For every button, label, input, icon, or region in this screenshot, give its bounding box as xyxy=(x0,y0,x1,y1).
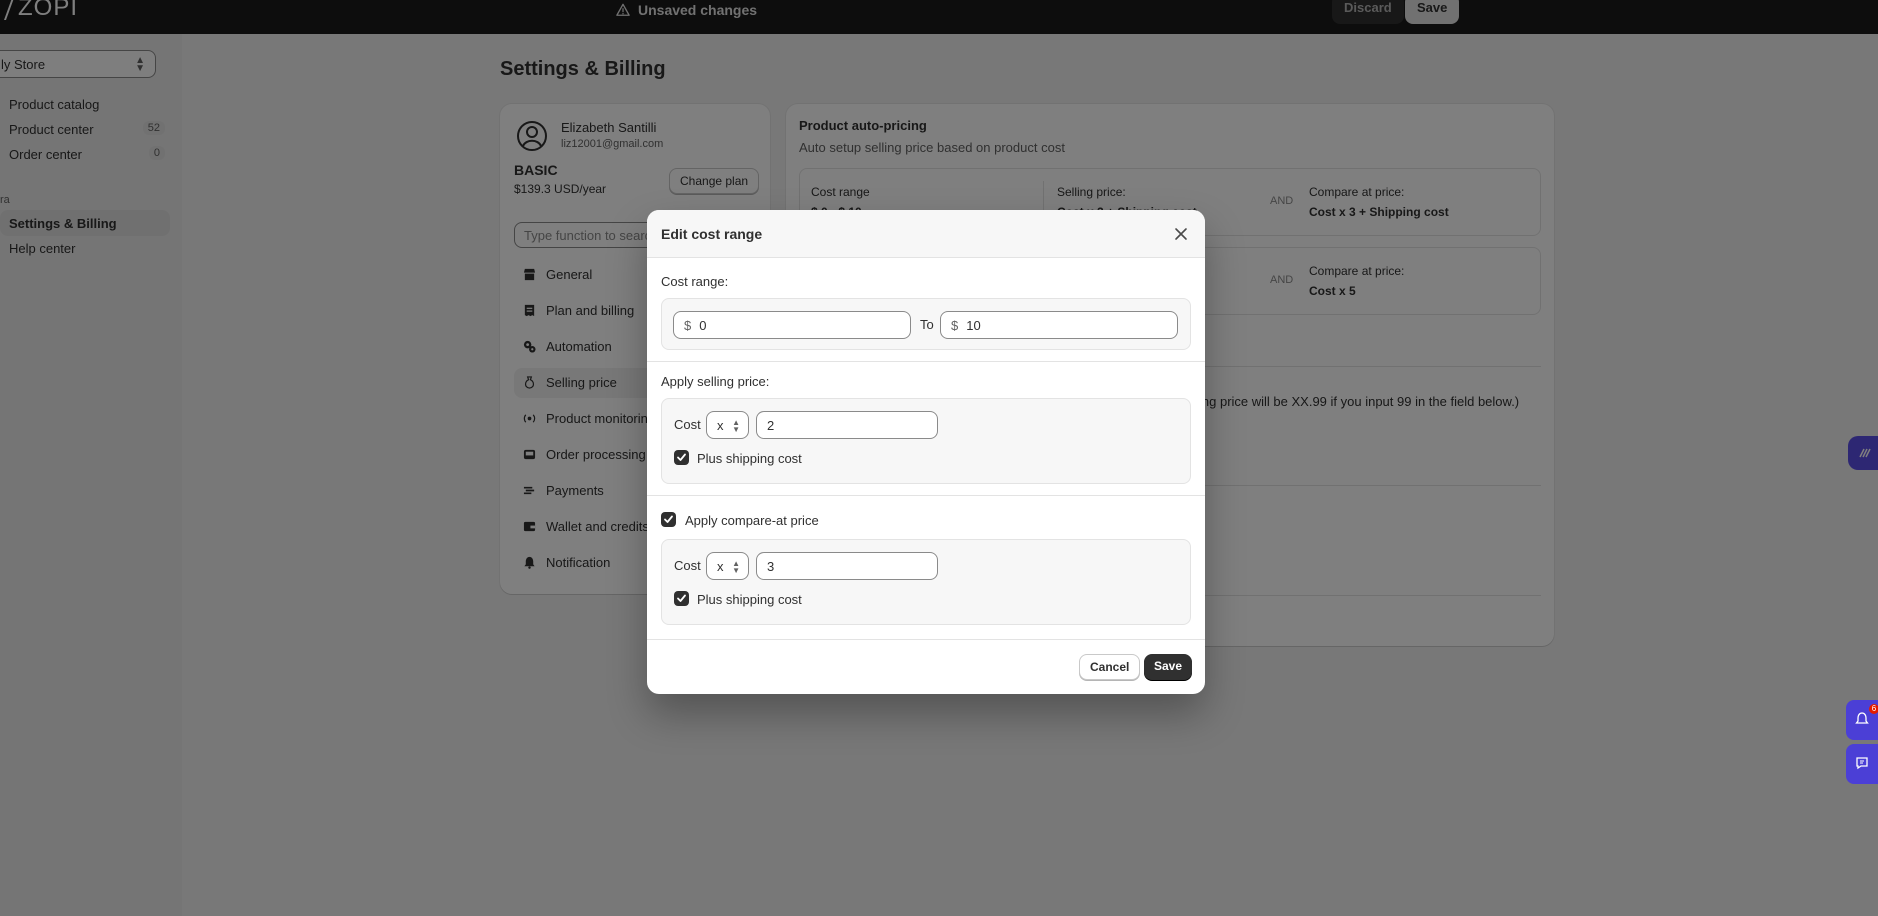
selling-price-box: Cost x ▲ ▼ 2 Plus shipping cost xyxy=(661,398,1191,484)
selling-price-label: Apply selling price: xyxy=(661,374,770,389)
chat-icon xyxy=(1856,757,1868,770)
cost-from-input[interactable]: $ 0 xyxy=(673,311,911,339)
close-icon[interactable] xyxy=(1173,226,1189,242)
edit-cost-range-modal: Edit cost range Cost range: $ 0 To $ 10 … xyxy=(647,210,1205,694)
compare-plus-shipping-checkbox[interactable] xyxy=(674,591,689,606)
save-button[interactable]: Save xyxy=(1144,654,1193,680)
divider xyxy=(647,361,1205,362)
notification-badge: 6 xyxy=(1869,704,1878,714)
select-chevron-icon: ▲▼ xyxy=(732,418,740,434)
cancel-button[interactable]: Cancel xyxy=(1079,654,1141,680)
cost-from-value: 0 xyxy=(699,318,707,333)
compare-multiplier-input[interactable]: 3 xyxy=(756,552,938,580)
modal-title: Edit cost range xyxy=(661,226,763,242)
checkmark-icon xyxy=(677,594,686,602)
bell-icon xyxy=(1855,712,1869,724)
select-chevron-icon: ▲▼ xyxy=(732,559,740,575)
notifications-widget-button[interactable]: 6 xyxy=(1846,700,1878,740)
plus-shipping-label: Plus shipping cost xyxy=(697,451,802,466)
cost-label: Cost xyxy=(674,417,701,432)
selling-operator-select[interactable]: x ▲ ▼ xyxy=(706,411,749,439)
checkmark-icon xyxy=(677,453,686,461)
apply-compare-at-label: Apply compare-at price xyxy=(685,513,819,528)
apply-compare-at-checkbox[interactable] xyxy=(661,512,676,527)
cost-to-input[interactable]: $ 10 xyxy=(940,311,1178,339)
modal-header: Edit cost range xyxy=(647,210,1205,258)
to-label: To xyxy=(920,317,934,332)
selling-multiplier-input[interactable]: 2 xyxy=(756,411,938,439)
selling-plus-shipping-checkbox[interactable] xyxy=(674,450,689,465)
chat-widget-button[interactable] xyxy=(1846,744,1878,784)
cost-label: Cost xyxy=(674,558,701,573)
currency-symbol: $ xyxy=(951,318,959,333)
cost-range-label: Cost range: xyxy=(661,274,729,289)
compare-operator-select[interactable]: x ▲ ▼ xyxy=(706,552,749,580)
currency-symbol: $ xyxy=(684,318,692,333)
compare-price-box: Cost x ▲ ▼ 3 Plus shipping cost xyxy=(661,539,1191,625)
divider xyxy=(647,495,1205,496)
cost-to-value: 10 xyxy=(966,318,981,333)
checkmark-icon xyxy=(664,515,673,523)
modal-footer: Cancel Save xyxy=(647,639,1205,694)
cost-range-box: $ 0 To $ 10 xyxy=(661,298,1191,350)
plus-shipping-label: Plus shipping cost xyxy=(697,592,802,607)
